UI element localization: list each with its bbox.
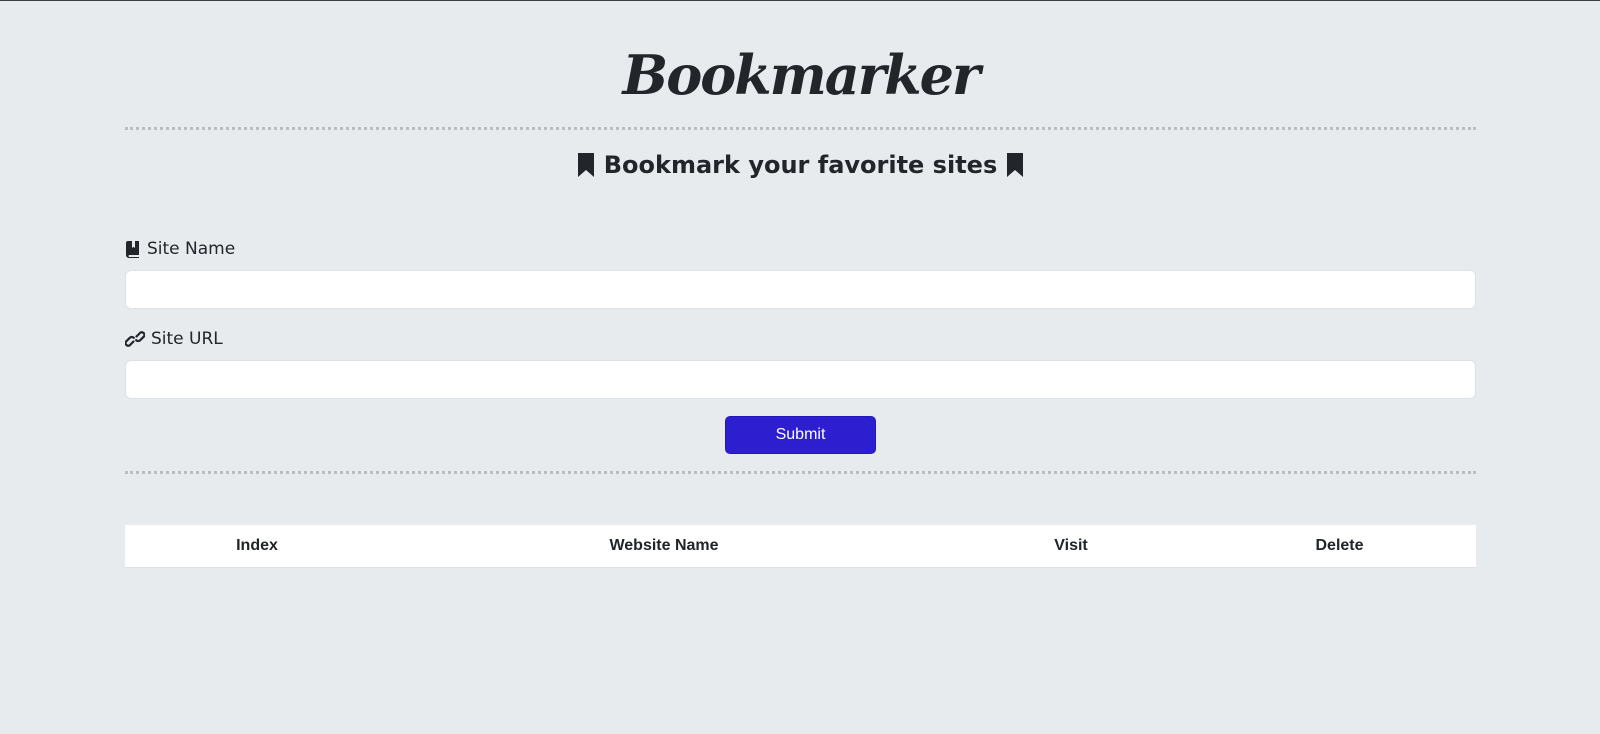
- column-header-delete: Delete: [1203, 525, 1476, 568]
- bookmark-icon: [1005, 152, 1025, 178]
- page-title: Bookmarker: [622, 43, 981, 107]
- link-icon: [125, 330, 145, 348]
- table-header-row: Index Website Name Visit Delete: [125, 525, 1476, 568]
- site-name-input[interactable]: [125, 270, 1476, 309]
- site-name-label-text: Site Name: [147, 239, 236, 259]
- bookmark-icon: [576, 152, 596, 178]
- top-divider: [125, 127, 1476, 130]
- bookmarks-table: Index Website Name Visit Delete: [125, 525, 1476, 568]
- bottom-divider: [125, 471, 1476, 474]
- column-header-index: Index: [125, 525, 389, 568]
- site-name-label: Site Name: [125, 239, 235, 259]
- column-header-visit: Visit: [939, 525, 1203, 568]
- column-header-website-name: Website Name: [389, 525, 939, 568]
- submit-button[interactable]: Submit: [725, 416, 876, 454]
- site-url-label: Site URL: [125, 329, 223, 349]
- site-url-label-text: Site URL: [151, 329, 223, 349]
- page-subtitle: Bookmark your favorite sites: [125, 151, 1476, 179]
- site-url-input[interactable]: [125, 360, 1476, 399]
- book-icon: [125, 240, 141, 258]
- subtitle-text: Bookmark your favorite sites: [603, 151, 998, 179]
